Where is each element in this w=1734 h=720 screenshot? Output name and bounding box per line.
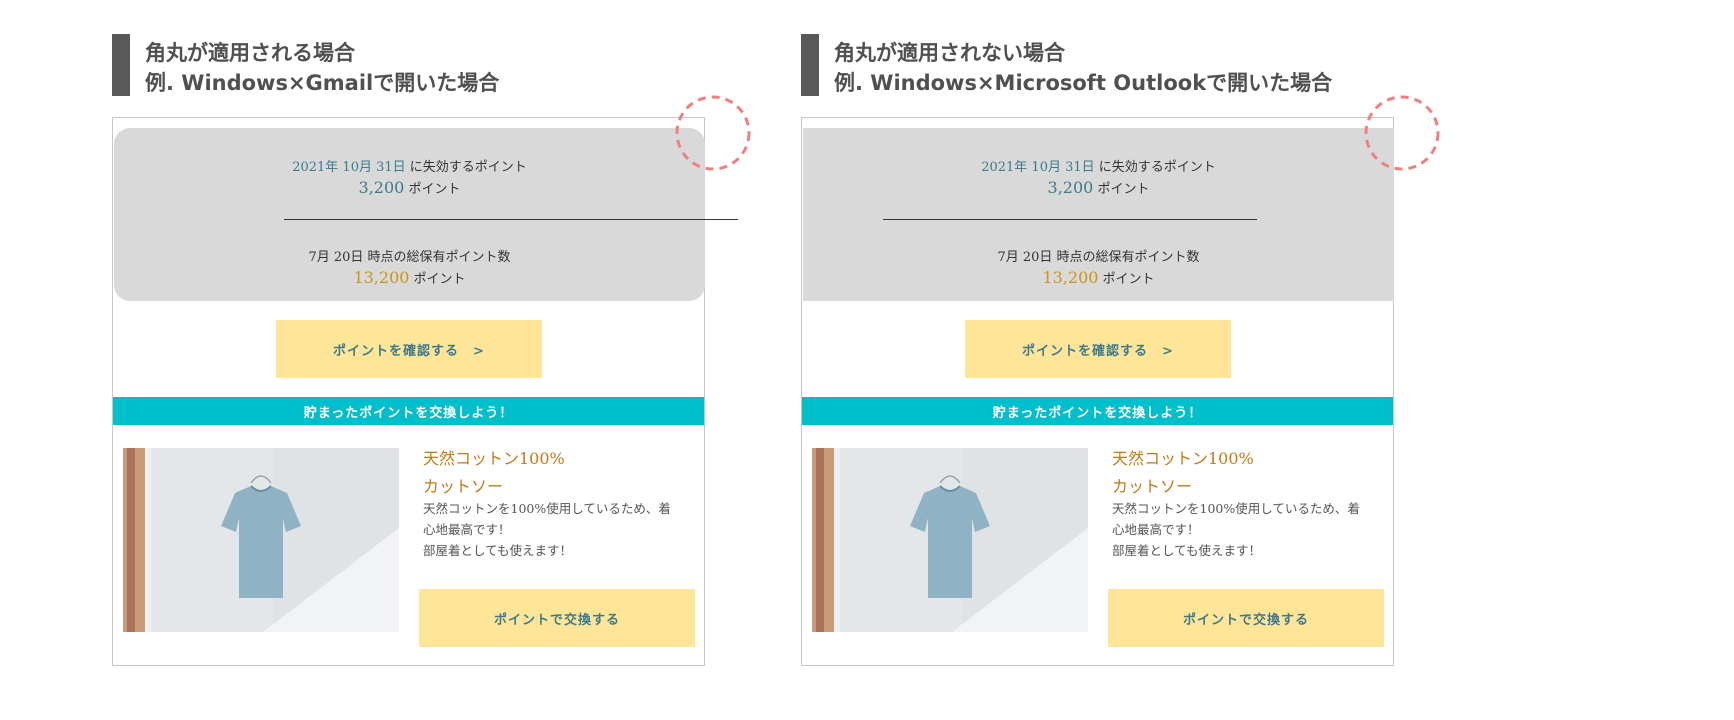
description-line: 天然コットンを100%使用しているため、着 bbox=[423, 501, 671, 516]
email-preview: 2021年 10月 31日 に失効するポイント 3,200 ポイント 7月 20… bbox=[112, 117, 738, 666]
heading-line-2: 例. Windows×Gmailで開いた場合 bbox=[145, 71, 500, 95]
expiry-line: 2021年 10月 31日 に失効するポイント bbox=[114, 156, 705, 175]
points-unit: ポイント bbox=[1098, 272, 1155, 287]
description-line: 天然コットンを100%使用しているため、着 bbox=[1112, 501, 1360, 516]
heading-text: 角丸が適用される場合 例. Windows×Gmailで開いた場合 bbox=[145, 38, 499, 98]
expiry-line: 2021年 10月 31日 に失効するポイント bbox=[803, 156, 1394, 175]
product-title-line-2: カットソー bbox=[1112, 477, 1193, 496]
points-summary-box: 2021年 10月 31日 に失効するポイント 3,200 ポイント 7月 20… bbox=[114, 128, 738, 301]
exchange-points-button[interactable]: ポイントで交換する bbox=[419, 589, 695, 647]
description-line: 部屋着としても使えます！ bbox=[423, 543, 573, 558]
expiry-date: 2021年 10月 31日 bbox=[292, 160, 406, 175]
section-heading: 角丸が適用される場合 例. Windows×Gmailで開いた場合 bbox=[112, 34, 752, 96]
dashed-circle-highlight bbox=[1364, 95, 1440, 171]
heading-text: 角丸が適用されない場合 例. Windows×Microsoft Outlook… bbox=[834, 38, 1332, 98]
heading-line-1: 角丸が適用される場合 bbox=[145, 41, 355, 65]
expiring-points-line: 3,200 ポイント bbox=[803, 178, 1394, 197]
expiring-points: 3,200 bbox=[358, 178, 405, 197]
expiring-points: 3,200 bbox=[1047, 178, 1094, 197]
exchange-banner: 貯まったポイントを交換しよう！ bbox=[113, 397, 704, 425]
heading-bar bbox=[112, 34, 130, 96]
description-line: 心地最高です！ bbox=[423, 522, 511, 537]
panel-rounded: 角丸が適用される場合 例. Windows×Gmailで開いた場合 2021年 … bbox=[112, 0, 751, 720]
product-title-line-2: カットソー bbox=[423, 477, 504, 496]
description-line: 心地最高です！ bbox=[1112, 522, 1200, 537]
points-unit: ポイント bbox=[409, 272, 466, 287]
heading-bar bbox=[801, 34, 819, 96]
total-points: 13,200 bbox=[1042, 268, 1099, 287]
points-unit: ポイント bbox=[1093, 182, 1150, 197]
expiry-date: 2021年 10月 31日 bbox=[981, 160, 1095, 175]
points-summary-box: 2021年 10月 31日 に失効するポイント 3,200 ポイント 7月 20… bbox=[803, 128, 1394, 301]
product-description: 天然コットンを100%使用しているため、着 心地最高です！ 部屋着としても使えま… bbox=[423, 498, 699, 561]
tshirt-image bbox=[812, 448, 1088, 632]
expiring-points-line: 3,200 ポイント bbox=[114, 178, 705, 197]
as-of-line: 7月 20日 時点の総保有ポイント数 bbox=[997, 250, 1200, 265]
dashed-circle-highlight bbox=[675, 95, 751, 171]
exchange-banner: 貯まったポイントを交換しよう！ bbox=[802, 397, 1393, 425]
total-points-line: 13,200 ポイント bbox=[114, 268, 705, 287]
total-points-line: 13,200 ポイント bbox=[803, 268, 1394, 287]
expiry-suffix: に失効するポイント bbox=[1094, 160, 1216, 175]
divider bbox=[284, 219, 738, 220]
heading-line-1: 角丸が適用されない場合 bbox=[834, 41, 1065, 65]
panel-square: 角丸が適用されない場合 例. Windows×Microsoft Outlook… bbox=[801, 0, 1440, 720]
heading-line-2: 例. Windows×Microsoft Outlookで開いた場合 bbox=[834, 71, 1333, 95]
expiry-suffix: に失効するポイント bbox=[405, 160, 527, 175]
exchange-points-button[interactable]: ポイントで交換する bbox=[1108, 589, 1384, 647]
product-title-line-1: 天然コットン100% bbox=[423, 449, 565, 468]
tshirt-image bbox=[123, 448, 399, 632]
as-of-line: 7月 20日 時点の総保有ポイント数 bbox=[308, 250, 511, 265]
total-points: 13,200 bbox=[353, 268, 410, 287]
points-unit: ポイント bbox=[404, 182, 461, 197]
check-points-button[interactable]: ポイントを確認する > bbox=[965, 320, 1231, 378]
email-preview: 2021年 10月 31日 に失効するポイント 3,200 ポイント 7月 20… bbox=[801, 117, 1394, 666]
product-title-line-1: 天然コットン100% bbox=[1112, 449, 1254, 468]
section-heading: 角丸が適用されない場合 例. Windows×Microsoft Outlook… bbox=[801, 34, 1441, 96]
product-description: 天然コットンを100%使用しているため、着 心地最高です！ 部屋着としても使えま… bbox=[1112, 498, 1388, 561]
divider bbox=[883, 219, 1257, 220]
check-points-button[interactable]: ポイントを確認する > bbox=[276, 320, 542, 378]
description-line: 部屋着としても使えます！ bbox=[1112, 543, 1262, 558]
